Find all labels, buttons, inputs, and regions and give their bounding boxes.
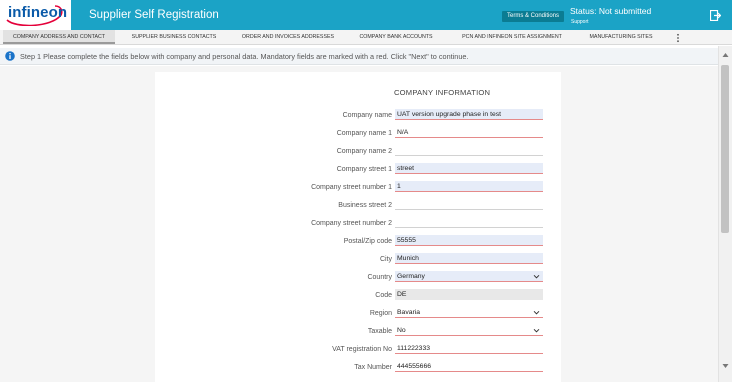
vat-registration-label: VAT registration No	[332, 346, 392, 353]
info-icon	[5, 51, 15, 61]
company-street-number-2-input[interactable]	[395, 217, 543, 228]
status-text: Status: Not submitted	[570, 6, 652, 16]
code-label: Code	[375, 292, 392, 299]
app-title: Supplier Self Registration	[89, 9, 219, 21]
business-street-2-input[interactable]	[395, 199, 543, 210]
taxable-label: Taxable	[367, 328, 392, 335]
tab-pcn-and-infineon-site-assignment[interactable]: PCN AND INFINEON SITE ASSIGNMENT	[450, 30, 574, 44]
region-label: Region	[369, 310, 392, 317]
postal-zip-code-input[interactable]: 55555	[395, 235, 543, 246]
business-street-2-label: Business street 2	[338, 202, 392, 209]
company-street-number-2-label: Company street number 2	[311, 220, 392, 227]
vertical-scrollbar[interactable]	[718, 46, 732, 382]
country-select-value: Germany	[397, 273, 425, 280]
support-link[interactable]: Support	[571, 19, 589, 25]
chevron-down-icon	[533, 328, 540, 333]
vat-registration-input[interactable]: 111222333	[395, 343, 543, 354]
city-input[interactable]: Munich	[395, 253, 543, 264]
company-name-1-input[interactable]: N/A	[395, 127, 543, 138]
tab-company-bank-accounts[interactable]: COMPANY BANK ACCOUNTS	[350, 30, 442, 44]
tab-manufacturing-sites[interactable]: MANUFACTURING SITES	[582, 30, 660, 44]
code-field: DE	[395, 289, 543, 300]
scroll-up-arrow-icon[interactable]	[722, 52, 729, 58]
tab-order-and-invoices-addresses[interactable]: ORDER AND INVOICES ADDRESSES	[232, 30, 344, 44]
company-street-1-label: Company street 1	[336, 166, 392, 173]
taxable-select[interactable]: No	[395, 325, 543, 336]
logo-text: infineon	[8, 4, 68, 21]
postal-zip-code-label: Postal/Zip code	[343, 238, 392, 245]
tax-number-input[interactable]: 444555666	[395, 361, 543, 372]
taxable-select-value: No	[397, 327, 406, 334]
company-name-input[interactable]: UAT version upgrade phase in test	[395, 109, 543, 120]
company-street-number-1-label: Company street number 1	[311, 184, 392, 191]
country-select[interactable]: Germany	[395, 271, 543, 282]
company-name-2-input[interactable]	[395, 145, 543, 156]
tax-number-label: Tax Number	[354, 364, 392, 371]
section-title: COMPANY INFORMATION	[394, 88, 491, 97]
scroll-down-arrow-icon[interactable]	[722, 363, 729, 369]
company-street-1-input[interactable]: street	[395, 163, 543, 174]
chevron-down-icon	[533, 274, 540, 279]
step-tabs: COMPANY ADDRESS AND CONTACT SUPPLIER BUS…	[0, 30, 732, 45]
more-options-icon[interactable]	[673, 33, 683, 43]
company-street-number-1-input[interactable]: 1	[395, 181, 543, 192]
tab-company-address-and-contact[interactable]: COMPANY ADDRESS AND CONTACT	[3, 30, 115, 44]
tab-supplier-business-contacts[interactable]: SUPPLIER BUSINESS CONTACTS	[124, 30, 224, 44]
app-header: infineon Supplier Self Registration Term…	[0, 0, 732, 30]
scrollbar-thumb[interactable]	[721, 65, 729, 233]
info-message-bar: Step 1 Please complete the fields below …	[0, 48, 718, 65]
logout-icon[interactable]	[710, 10, 721, 21]
city-label: City	[379, 256, 392, 263]
company-name-1-label: Company name 1	[336, 130, 392, 137]
terms-and-conditions-button[interactable]: Terms & Conditions	[502, 11, 564, 22]
info-message-text: Step 1 Please complete the fields below …	[20, 52, 469, 61]
company-name-2-label: Company name 2	[336, 148, 392, 155]
company-name-label: Company name	[342, 112, 392, 119]
region-select[interactable]: Bavaria	[395, 307, 543, 318]
country-label: Country	[367, 274, 392, 281]
chevron-down-icon	[533, 310, 540, 315]
infineon-logo: infineon	[0, 0, 71, 30]
region-select-value: Bavaria	[397, 309, 421, 316]
